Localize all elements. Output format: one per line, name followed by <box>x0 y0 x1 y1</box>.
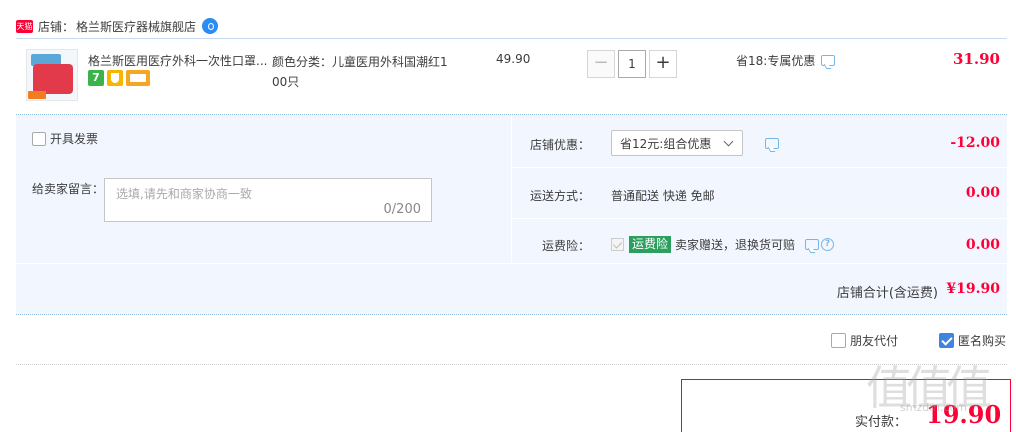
increase-button[interactable]: + <box>649 50 677 78</box>
insurance-badge: 运费险 <box>629 236 672 253</box>
panel-row-separator <box>512 218 1007 219</box>
shop-total-label: 店铺合计(含运费) <box>836 286 938 301</box>
help-icon[interactable]: ? <box>821 238 835 251</box>
invoice-checkbox[interactable] <box>32 131 46 146</box>
wangwang-chat-icon[interactable] <box>202 18 219 34</box>
shop-name-link[interactable]: 格兰斯医疗器械旗舰店 <box>76 18 196 35</box>
item-promo: 省18:专属优惠 <box>736 52 836 69</box>
product-thumbnail[interactable] <box>26 49 78 101</box>
quantity-stepper: − 1 + <box>587 50 677 78</box>
seven-day-return-icon[interactable]: 7 <box>88 70 104 86</box>
shop-discount-select[interactable]: 省12元:组合优惠 <box>611 130 743 156</box>
friend-pay-option[interactable]: 朋友代付 <box>831 332 898 349</box>
shop-total-amount: ¥19.90 <box>946 281 1000 297</box>
promo-text: 省18:专属优惠 <box>736 54 816 68</box>
shipping-amount: 0.00 <box>965 185 1000 201</box>
divider <box>16 314 1007 315</box>
insurance-label: 运费险： <box>541 239 590 253</box>
shipping-method: 普通配送 快递 免邮 <box>611 189 715 203</box>
panel-row-separator <box>16 263 1007 264</box>
memo-char-count: 0/200 <box>383 202 421 217</box>
quantity-input[interactable]: 1 <box>618 50 646 78</box>
shipping-label: 运送方式： <box>529 189 590 203</box>
friend-pay-label: 朋友代付 <box>850 334 899 348</box>
item-subtotal: 31.90 <box>953 50 1000 68</box>
anonymous-label: 匿名购买 <box>958 334 1007 348</box>
comment-icon[interactable] <box>821 55 836 66</box>
invoice-label: 开具发票 <box>50 132 99 146</box>
chevron-down-icon <box>723 136 734 147</box>
insurance-row: 运费险 卖家赠送，退换货可赔 ? <box>611 236 835 253</box>
comment-icon[interactable] <box>765 138 779 149</box>
product-title-link[interactable]: 格兰斯医用医疗外科一次性口罩... <box>88 52 268 69</box>
decrease-button[interactable]: − <box>587 50 615 78</box>
shop-header: 天猫 店铺： 格兰斯医疗器械旗舰店 <box>16 16 219 36</box>
panel-row-separator <box>512 167 1007 168</box>
shop-discount-label: 店铺优惠： <box>529 138 590 152</box>
insurance-checkbox <box>611 238 624 251</box>
shop-discount-value: 省12元:组合优惠 <box>620 136 712 151</box>
unit-price: 49.90 <box>496 52 531 66</box>
service-icons: 7 <box>88 70 150 86</box>
shop-label: 店铺： <box>38 19 75 34</box>
memo-placeholder: 选填,请先和商家协商一致 <box>116 187 252 201</box>
attr-line: 颜色分类：儿童医用外科国潮红1 <box>272 55 448 69</box>
insurance-text: 卖家赠送，退换货可赔 <box>675 238 796 252</box>
memo-textarea[interactable]: 选填,请先和商家协商一致 0/200 <box>104 178 432 222</box>
invoice-option[interactable]: 开具发票 <box>32 130 98 147</box>
friend-pay-checkbox[interactable] <box>831 333 846 348</box>
divider <box>16 364 1007 365</box>
attr-line: 00只 <box>272 75 300 89</box>
anonymous-option[interactable]: 匿名购买 <box>939 332 1006 349</box>
header-divider <box>16 38 1007 39</box>
product-attributes: 颜色分类：儿童医用外科国潮红1 00只 <box>272 52 472 92</box>
shop-discount-amount: -12.00 <box>950 135 1000 151</box>
tmall-badge: 天猫 <box>16 19 33 33</box>
site-watermark-url: smzdm.com <box>900 401 967 414</box>
card-icon[interactable] <box>126 70 150 86</box>
memo-label: 给卖家留言： <box>32 182 105 196</box>
anonymous-checkbox[interactable] <box>939 333 954 348</box>
panel-separator <box>511 115 512 263</box>
comment-icon[interactable] <box>805 239 820 250</box>
insurance-amount: 0.00 <box>965 237 1000 253</box>
shield-icon[interactable] <box>107 70 123 86</box>
